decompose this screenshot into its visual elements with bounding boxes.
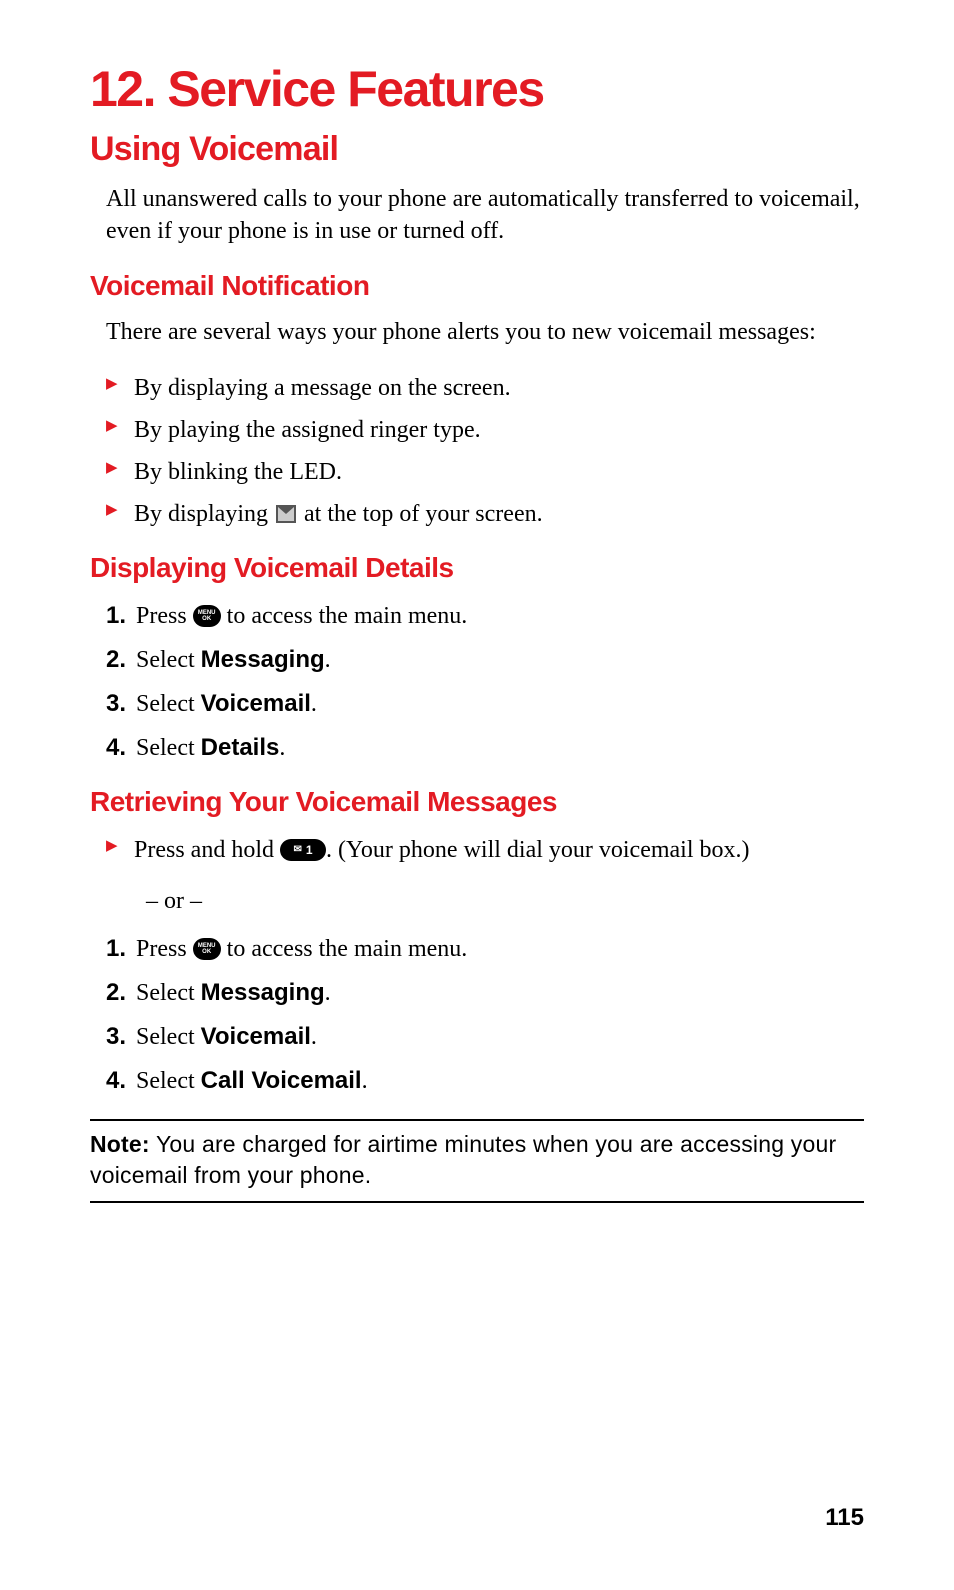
step-number: 3. xyxy=(106,1019,126,1055)
bullet-item: By blinking the LED. xyxy=(106,454,864,490)
list-item: 2. Select Messaging. xyxy=(106,642,864,678)
list-item: 2. Select Messaging. xyxy=(106,975,864,1011)
page-content: 12. Service Features Using Voicemail All… xyxy=(0,0,954,1203)
note-text: You are charged for airtime minutes when… xyxy=(90,1131,836,1188)
list-item: 3. Select Voicemail. xyxy=(106,1019,864,1055)
list-item: 4. Select Call Voicemail. xyxy=(106,1063,864,1099)
bullet-item: By playing the assigned ringer type. xyxy=(106,412,864,448)
step-number: 2. xyxy=(106,642,126,678)
step-text-pre: Press xyxy=(136,603,193,629)
step-text-pre: Select xyxy=(136,1068,201,1094)
bullet-text-pre: Press and hold xyxy=(134,837,280,863)
step-text-pre: Press xyxy=(136,936,193,962)
list-item: 4. Select Details. xyxy=(106,730,864,766)
step-text-post: . xyxy=(279,735,285,761)
section-title: Using Voicemail xyxy=(90,130,864,169)
step-bold: Details xyxy=(201,734,280,761)
subsection-retrieving-messages: Retrieving Your Voicemail Messages xyxy=(90,786,864,818)
menu-ok-icon: MENUOK xyxy=(193,938,221,960)
step-bold: Voicemail xyxy=(201,1023,311,1050)
step-text-post: . xyxy=(362,1068,368,1094)
note-label: Note: xyxy=(90,1131,150,1157)
retrieve-steps: 1. Press MENUOK to access the main menu.… xyxy=(106,931,864,1099)
step-text-post: to access the main menu. xyxy=(221,603,468,629)
step-number: 1. xyxy=(106,598,126,634)
subsection-voicemail-notification: Voicemail Notification xyxy=(90,270,864,302)
step-text-pre: Select xyxy=(136,647,201,673)
step-text-post: to access the main menu. xyxy=(221,936,468,962)
step-text-post: . xyxy=(311,1024,317,1050)
step-bold: Messaging xyxy=(201,646,325,673)
key-1-icon: ✉1 xyxy=(280,839,326,861)
step-text-post: . xyxy=(325,980,331,1006)
step-number: 1. xyxy=(106,931,126,967)
notification-intro: There are several ways your phone alerts… xyxy=(106,316,864,348)
step-text-pre: Select xyxy=(136,1024,201,1050)
bullet-item: By displaying at the top of your screen. xyxy=(106,496,864,532)
step-text-post: . xyxy=(325,647,331,673)
step-bold: Messaging xyxy=(201,979,325,1006)
section-intro: All unanswered calls to your phone are a… xyxy=(106,183,864,248)
note-box: Note: You are charged for airtime minute… xyxy=(90,1119,864,1203)
bullet-item: By displaying a message on the screen. xyxy=(106,370,864,406)
notification-bullets: By displaying a message on the screen. B… xyxy=(106,370,864,532)
chapter-title: 12. Service Features xyxy=(90,60,864,118)
list-item: 1. Press MENUOK to access the main menu. xyxy=(106,598,864,634)
step-bold: Voicemail xyxy=(201,690,311,717)
bullet-item: Press and hold ✉1. (Your phone will dial… xyxy=(106,832,864,868)
envelope-icon xyxy=(276,505,296,523)
bullet-text-post: . (Your phone will dial your voicemail b… xyxy=(326,837,750,863)
display-steps: 1. Press MENUOK to access the main menu.… xyxy=(106,598,864,766)
subsection-displaying-details: Displaying Voicemail Details xyxy=(90,552,864,584)
step-number: 3. xyxy=(106,686,126,722)
step-text-pre: Select xyxy=(136,691,201,717)
bullet-text-post: at the top of your screen. xyxy=(298,501,543,527)
step-text-pre: Select xyxy=(136,735,201,761)
retrieve-bullet: Press and hold ✉1. (Your phone will dial… xyxy=(106,832,864,868)
page-number: 115 xyxy=(825,1504,864,1532)
step-text-pre: Select xyxy=(136,980,201,1006)
step-bold: Call Voicemail xyxy=(201,1067,362,1094)
list-item: 3. Select Voicemail. xyxy=(106,686,864,722)
list-item: 1. Press MENUOK to access the main menu. xyxy=(106,931,864,967)
or-separator: – or – xyxy=(146,888,864,915)
menu-ok-icon: MENUOK xyxy=(193,605,221,627)
step-number: 4. xyxy=(106,730,126,766)
step-text-post: . xyxy=(311,691,317,717)
step-number: 4. xyxy=(106,1063,126,1099)
step-number: 2. xyxy=(106,975,126,1011)
bullet-text-pre: By displaying xyxy=(134,501,274,527)
